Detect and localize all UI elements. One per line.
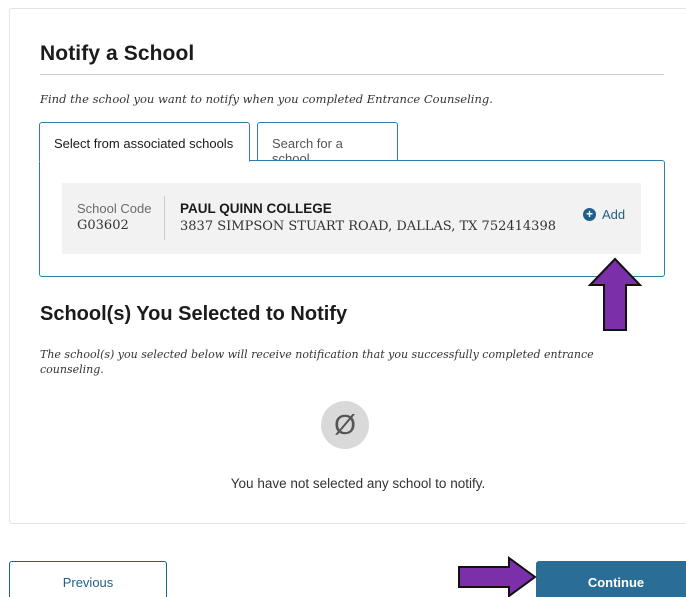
empty-set-icon: Ø bbox=[321, 401, 369, 449]
school-code-label: School Code bbox=[77, 201, 152, 216]
continue-button[interactable]: Continue bbox=[536, 561, 686, 597]
empty-message: You have not selected any school to noti… bbox=[230, 476, 486, 491]
notify-instructions: Find the school you want to notify when … bbox=[40, 92, 493, 106]
add-school-label: Add bbox=[602, 207, 626, 222]
school-name: PAUL QUINN COLLEGE bbox=[180, 201, 332, 216]
school-code-value: G03602 bbox=[77, 218, 129, 233]
school-row-divider bbox=[164, 196, 165, 240]
up-arrow-icon bbox=[587, 257, 643, 331]
tab-associated-schools[interactable]: Select from associated schools bbox=[39, 122, 250, 162]
selected-schools-note: The school(s) you selected below will re… bbox=[40, 348, 594, 376]
plus-circle-icon: + bbox=[583, 208, 596, 221]
selected-schools-title: School(s) You Selected to Notify bbox=[40, 303, 348, 325]
school-address: 3837 SIMPSON STUART ROAD, DALLAS, TX 752… bbox=[180, 219, 556, 234]
title-divider bbox=[40, 74, 664, 75]
tab-search-school[interactable]: Search for a school bbox=[257, 122, 398, 166]
add-school-button[interactable]: + Add bbox=[583, 207, 625, 222]
notify-title: Notify a School bbox=[40, 42, 195, 65]
previous-button[interactable]: Previous bbox=[9, 561, 167, 597]
right-arrow-icon bbox=[458, 556, 537, 597]
